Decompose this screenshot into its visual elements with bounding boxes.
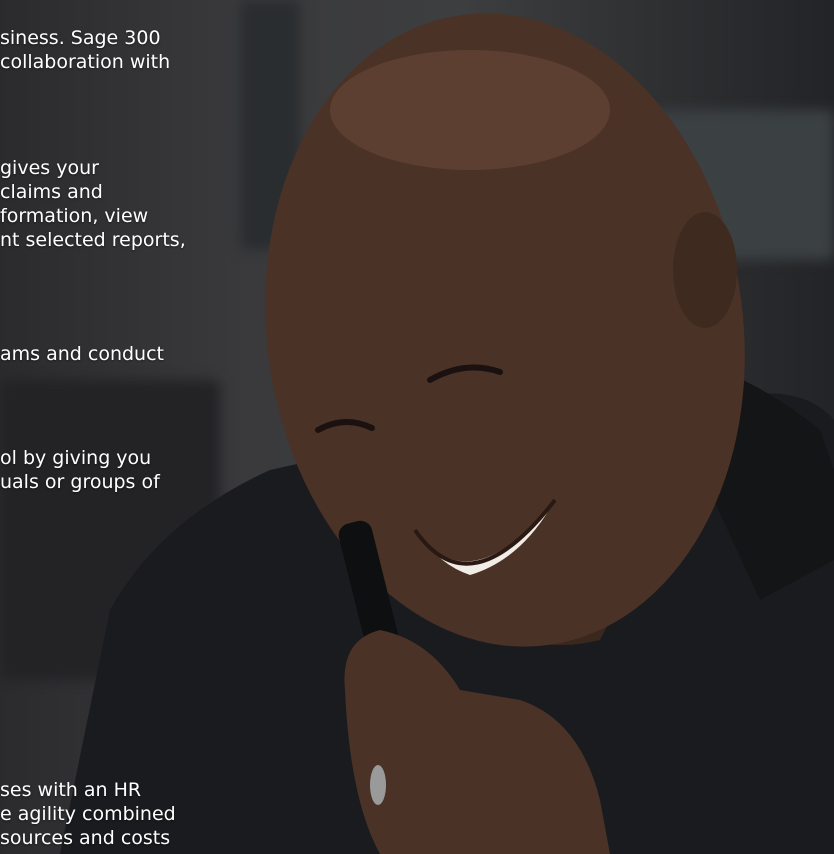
text-line: ses with an HR — [0, 779, 142, 801]
text-block-teams: ams and conduct — [0, 342, 164, 366]
ear-shape — [673, 212, 737, 328]
hero-photo-person — [60, 13, 834, 854]
text-line: gives your — [0, 157, 99, 179]
text-line: collaboration with — [0, 51, 171, 73]
text-line: formation, view — [0, 205, 149, 227]
text-line: nt selected reports, — [0, 229, 186, 251]
ring-shape — [370, 765, 386, 805]
hero-section: siness. Sage 300 collaboration with give… — [0, 0, 834, 854]
text-line: siness. Sage 300 — [0, 27, 161, 49]
text-line: claims and — [0, 181, 103, 203]
text-block-intro: siness. Sage 300 collaboration with — [0, 26, 170, 74]
text-block-control: ol by giving you uals or groups of — [0, 446, 160, 494]
text-line: ams and conduct — [0, 343, 164, 365]
text-block-agility: ses with an HR e agility combined source… — [0, 778, 176, 850]
text-line: uals or groups of — [0, 471, 160, 493]
text-line: ol by giving you — [0, 447, 152, 469]
text-line: e agility combined — [0, 803, 176, 825]
text-block-self-service: gives your claims and formation, view nt… — [0, 156, 186, 252]
head-highlight — [330, 50, 610, 170]
text-line: sources and costs — [0, 827, 171, 849]
